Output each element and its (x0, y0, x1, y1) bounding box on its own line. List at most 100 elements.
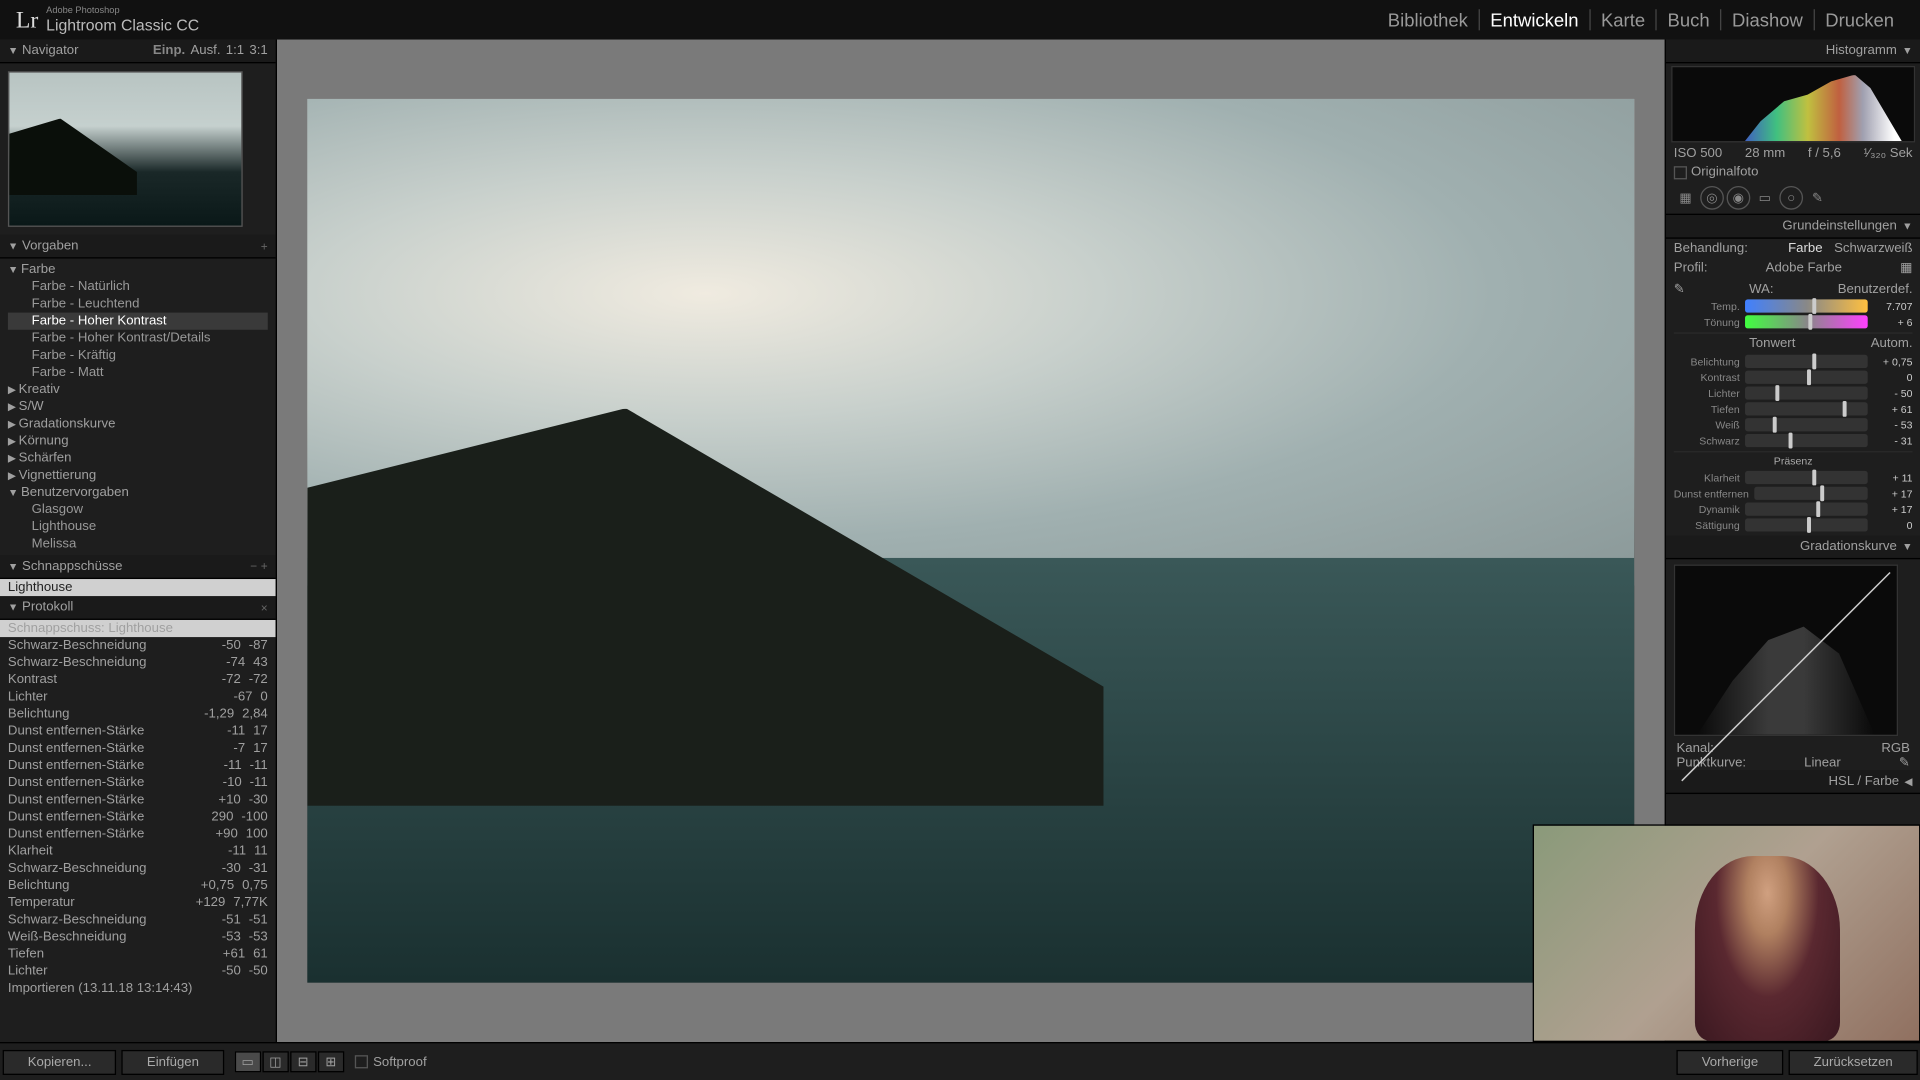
history-item[interactable]: Schnappschuss: Lighthouse (0, 620, 276, 637)
module-diashow[interactable]: Diashow (1722, 9, 1815, 30)
history-item[interactable]: Dunst entfernen-Stärke-11-11 (0, 757, 276, 774)
module-karte[interactable]: Karte (1590, 9, 1657, 30)
image-canvas[interactable] (277, 40, 1665, 1042)
history-item[interactable]: Belichtung+0,750,75 (0, 877, 276, 894)
preset-group[interactable]: ▶ Gradationskurve (8, 415, 268, 432)
preset-group[interactable]: ▶ Schärfen (8, 450, 268, 467)
profile-value[interactable]: Adobe Farbe (1766, 261, 1842, 276)
module-entwickeln[interactable]: Entwickeln (1480, 9, 1591, 30)
remove-snapshot-icon[interactable]: − (250, 559, 257, 572)
snapshot-item[interactable]: Lighthouse (0, 579, 276, 596)
add-snapshot-icon[interactable]: + (261, 559, 268, 572)
module-bibliothek[interactable]: Bibliothek (1377, 9, 1479, 30)
loupe-view-icon[interactable]: ▭ (235, 1051, 261, 1072)
history-item[interactable]: Dunst entfernen-Stärke-1117 (0, 723, 276, 740)
history-item[interactable]: Dunst entfernen-Stärke-10-11 (0, 774, 276, 791)
slider[interactable] (1745, 434, 1868, 447)
preset-item[interactable]: Farbe - Matt (8, 364, 268, 381)
zoom-fill[interactable]: Ausf. (190, 44, 220, 59)
preset-group[interactable]: ▶ Kreativ (8, 381, 268, 398)
history-item[interactable]: Dunst entfernen-Stärke290-100 (0, 809, 276, 826)
history-item[interactable]: Kontrast-72-72 (0, 671, 276, 688)
previous-button[interactable]: Vorherige (1677, 1049, 1784, 1074)
preset-item[interactable]: Farbe - Leuchtend (8, 295, 268, 312)
preset-item[interactable]: Glasgow (8, 501, 268, 518)
history-item[interactable]: Importieren (13.11.18 13:14:43) (0, 980, 276, 997)
histogram-chart[interactable] (1671, 66, 1915, 143)
history-item[interactable]: Dunst entfernen-Stärke+10-30 (0, 791, 276, 808)
preset-item[interactable]: Lighthouse (8, 518, 268, 535)
history-item[interactable]: Schwarz-Beschneidung-7443 (0, 654, 276, 671)
history-item[interactable]: Belichtung-1,292,84 (0, 706, 276, 723)
presets-header[interactable]: ▼ Vorgaben + (0, 235, 276, 259)
clear-history-icon[interactable]: × (261, 601, 268, 614)
slider[interactable] (1745, 471, 1868, 484)
reset-button[interactable]: Zurücksetzen (1789, 1049, 1918, 1074)
slider[interactable] (1745, 386, 1868, 399)
slider[interactable] (1745, 299, 1868, 312)
preset-group[interactable]: ▼ Benutzervorgaben (8, 484, 268, 501)
history-item[interactable]: Weiß-Beschneidung-53-53 (0, 929, 276, 946)
treatment-bw[interactable]: Schwarzweiß (1834, 241, 1912, 256)
softproof-checkbox[interactable] (355, 1055, 368, 1068)
before-after-lr-icon[interactable]: ◫ (262, 1051, 288, 1072)
preset-item[interactable]: Farbe - Kräftig (8, 347, 268, 364)
navigator-thumbnail[interactable] (8, 71, 243, 227)
module-drucken[interactable]: Drucken (1815, 9, 1905, 30)
before-after-tb-icon[interactable]: ⊟ (290, 1051, 316, 1072)
preset-item[interactable]: Farbe - Hoher Kontrast/Details (8, 330, 268, 347)
preset-group[interactable]: ▼ Farbe (8, 261, 268, 278)
preset-group[interactable]: ▶ Körnung (8, 433, 268, 450)
slider[interactable] (1745, 503, 1868, 516)
history-item[interactable]: Schwarz-Beschneidung-30-31 (0, 860, 276, 877)
history-item[interactable]: Schwarz-Beschneidung-50-87 (0, 637, 276, 654)
zoom-3-1[interactable]: 3:1 (249, 44, 267, 59)
spot-tool-icon[interactable]: ◎ (1700, 186, 1724, 210)
history-item[interactable]: Schwarz-Beschneidung-51-51 (0, 911, 276, 928)
slider[interactable] (1745, 518, 1868, 531)
copy-button[interactable]: Kopieren... (3, 1049, 117, 1074)
profile-grid-icon[interactable]: ▦ (1900, 261, 1912, 276)
snapshots-header[interactable]: ▼ Schnappschüsse − + (0, 555, 276, 579)
brush-tool-icon[interactable]: ✎ (1806, 186, 1830, 210)
history-item[interactable]: Temperatur+1297,77K (0, 894, 276, 911)
basic-header[interactable]: Grundeinstellungen▼ (1666, 215, 1920, 239)
module-buch[interactable]: Buch (1657, 9, 1722, 30)
history-item[interactable]: Lichter-50-50 (0, 963, 276, 980)
preset-group[interactable]: ▶ S/W (8, 398, 268, 415)
preset-item[interactable]: Farbe - Hoher Kontrast (8, 313, 268, 330)
eyedropper-icon[interactable]: ✎ (1674, 282, 1685, 297)
curve-header[interactable]: Gradationskurve▼ (1666, 536, 1920, 560)
radial-tool-icon[interactable]: ○ (1779, 186, 1803, 210)
zoom-1-1[interactable]: 1:1 (226, 44, 244, 59)
history-item[interactable]: Tiefen+6161 (0, 946, 276, 963)
tone-auto[interactable]: Autom. (1871, 336, 1913, 351)
slider[interactable] (1745, 355, 1868, 368)
zoom-fit[interactable]: Einp. (153, 44, 185, 59)
wb-value[interactable]: Benutzerdef. (1838, 282, 1913, 297)
slider[interactable] (1745, 315, 1868, 328)
add-preset-icon[interactable]: + (261, 239, 268, 252)
navigator-header[interactable]: ▼ Navigator Einp. Ausf. 1:1 3:1 (0, 40, 276, 64)
preset-item[interactable]: Melissa (8, 536, 268, 553)
gradient-tool-icon[interactable]: ▭ (1753, 186, 1777, 210)
history-item[interactable]: Dunst entfernen-Stärke-717 (0, 740, 276, 757)
before-after-split-icon[interactable]: ⊞ (318, 1051, 344, 1072)
slider[interactable] (1745, 402, 1868, 415)
slider[interactable] (1745, 371, 1868, 384)
treatment-color[interactable]: Farbe (1788, 241, 1822, 256)
paste-button[interactable]: Einfügen (122, 1049, 224, 1074)
curve-edit-icon[interactable]: ✎ (1899, 756, 1910, 771)
history-item[interactable]: Klarheit-1111 (0, 843, 276, 860)
slider[interactable] (1754, 487, 1868, 500)
history-header[interactable]: ▼ Protokoll × (0, 596, 276, 620)
preset-item[interactable]: Farbe - Natürlich (8, 278, 268, 295)
histogram-header[interactable]: Histogramm▼ (1666, 40, 1920, 64)
original-checkbox[interactable] (1674, 166, 1687, 179)
redeye-tool-icon[interactable]: ◉ (1727, 186, 1751, 210)
crop-tool-icon[interactable]: ▦ (1674, 186, 1698, 210)
history-item[interactable]: Dunst entfernen-Stärke+90100 (0, 826, 276, 843)
history-item[interactable]: Lichter-670 (0, 689, 276, 706)
tone-curve[interactable] (1674, 565, 1898, 736)
slider[interactable] (1745, 418, 1868, 431)
